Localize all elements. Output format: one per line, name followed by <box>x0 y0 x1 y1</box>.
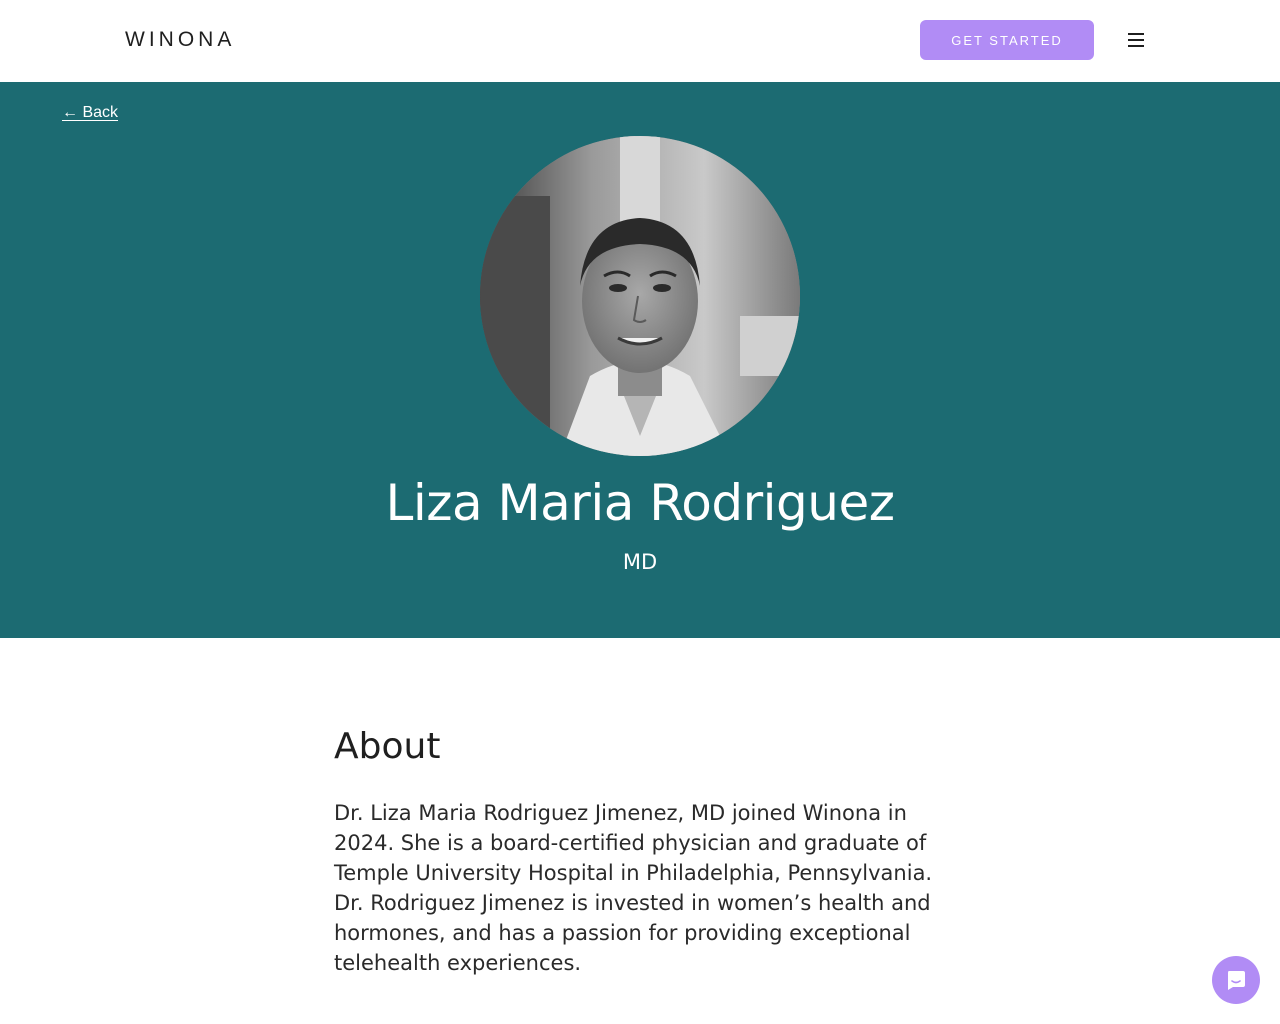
provider-portrait-illustration <box>480 136 800 456</box>
get-started-button[interactable]: GET STARTED <box>920 20 1094 60</box>
back-link[interactable]: ← Back <box>62 104 118 122</box>
top-navigation-bar: WINONA GET STARTED <box>0 0 1280 82</box>
hamburger-menu-icon[interactable] <box>1124 28 1148 52</box>
provider-credential: MD <box>622 550 658 574</box>
menu-bar-line <box>1128 45 1144 47</box>
chat-bubble-icon <box>1228 971 1245 990</box>
provider-name: Liza Maria Rodriguez <box>385 474 896 532</box>
chat-launcher-button[interactable] <box>1212 956 1260 1004</box>
provider-photo <box>480 136 800 456</box>
about-description: Dr. Liza Maria Rodriguez Jimenez, MD joi… <box>334 801 933 975</box>
about-heading: About <box>334 726 441 767</box>
menu-bar-line <box>1128 39 1144 41</box>
menu-bar-line <box>1128 33 1144 35</box>
provider-hero: ← Back Liza Maria Rodriguez MD <box>0 82 1280 638</box>
winona-logo[interactable]: WINONA <box>125 28 235 52</box>
